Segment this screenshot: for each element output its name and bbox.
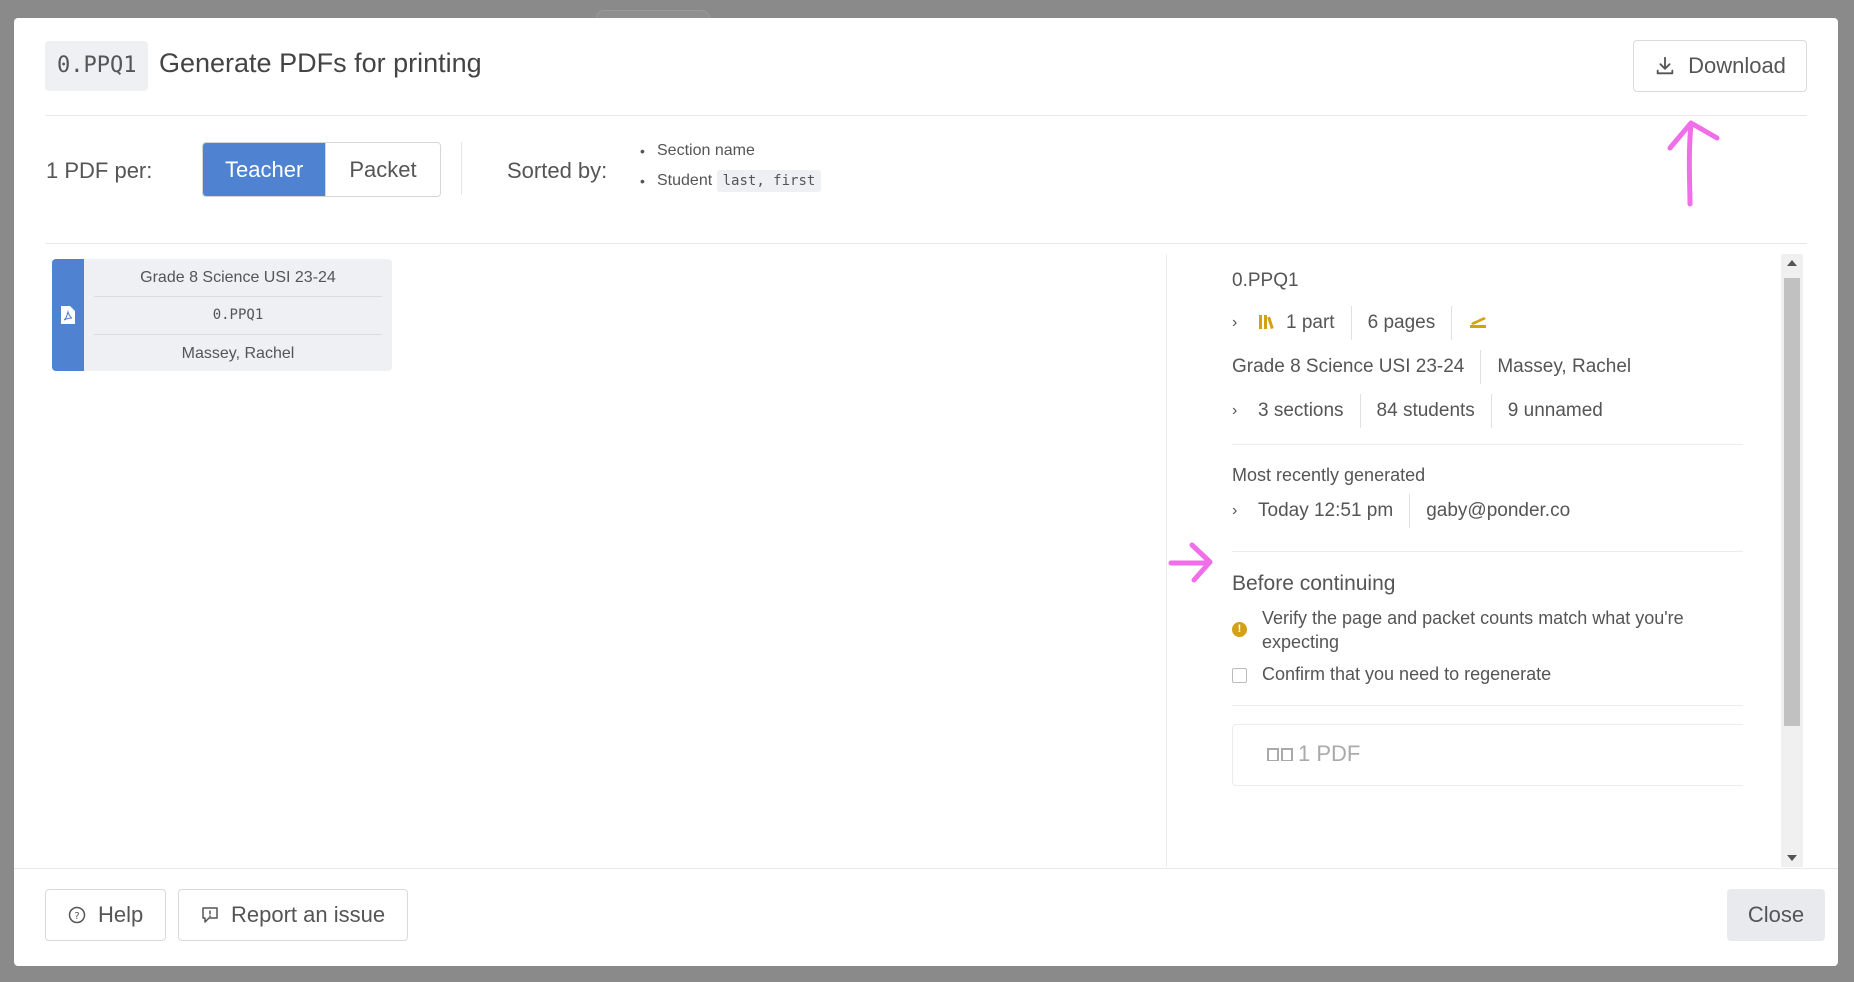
scroll-up-arrow-icon[interactable] — [1787, 260, 1797, 266]
help-icon: ? — [68, 906, 86, 924]
annotation-right-arrow-icon — [1168, 542, 1213, 583]
scrollbar-thumb[interactable] — [1784, 278, 1800, 726]
pdf-count-box: 1 PDF — [1232, 724, 1743, 786]
chevron-right-icon: › — [1232, 314, 1238, 331]
help-label: Help — [98, 902, 144, 927]
packet-code-chip: 0.PPQ1 — [45, 41, 149, 91]
svg-text:?: ? — [74, 911, 79, 922]
pdf-card-details: Grade 8 Science USI 23-24 0.PPQ1 Massey,… — [94, 259, 382, 371]
report-icon — [202, 907, 218, 923]
download-button[interactable]: Download — [1633, 40, 1807, 92]
pdf-strip — [52, 259, 84, 371]
pdf-file-icon — [61, 306, 75, 324]
help-button[interactable]: ? Help — [45, 889, 167, 941]
sort-item: Section name — [639, 136, 821, 166]
pdf-card-course: Grade 8 Science USI 23-24 — [94, 259, 382, 297]
sorted-by-label: Sorted by: — [507, 158, 608, 183]
pdf-card-code: 0.PPQ1 — [94, 297, 382, 335]
stapler-icon — [1470, 317, 1487, 328]
books-icon — [1259, 315, 1274, 330]
course-cell: Grade 8 Science USI 23-24 — [1232, 356, 1465, 377]
pdf-stack-icon — [1267, 748, 1293, 761]
annotation-up-arrow-icon — [1667, 120, 1720, 207]
chevron-right-icon: › — [1232, 402, 1238, 419]
pdf-per-label: 1 PDF per: — [46, 158, 153, 183]
pdf-per-toggle: Teacher Packet — [202, 142, 441, 197]
verify-warning-text: Verify the page and packet counts match … — [1262, 608, 1684, 652]
sections-cell: 3 sections — [1258, 400, 1344, 421]
report-issue-label: Report an issue — [231, 902, 386, 927]
modal-footer: ? Help Report an issue Close — [14, 868, 1838, 966]
options-row: 1 PDF per: Teacher Packet Sorted by: Sec… — [45, 116, 1807, 244]
before-heading: Before continuing — [1232, 572, 1396, 595]
course-row: Grade 8 Science USI 23-24 Massey, Rachel — [1232, 350, 1647, 384]
parts-cell: 1 part — [1258, 306, 1351, 340]
unnamed-cell: 9 unnamed — [1490, 394, 1619, 428]
pdf-count-label: 1 PDF — [1298, 741, 1361, 766]
divider — [461, 142, 462, 195]
sort-item: Student last, first — [639, 166, 822, 196]
students-cell: 84 students — [1359, 394, 1491, 428]
print-status-cell — [1451, 306, 1504, 340]
toggle-teacher[interactable]: Teacher — [203, 143, 325, 196]
generate-pdfs-modal: 0.PPQ1 Generate PDFs for printing Downlo… — [14, 18, 1838, 966]
teacher-cell: Massey, Rachel — [1480, 350, 1647, 384]
divider — [1232, 444, 1743, 445]
divider — [1232, 705, 1743, 706]
details-scrollbar[interactable] — [1781, 254, 1803, 867]
confirm-checkbox[interactable] — [1232, 668, 1247, 683]
confirm-label[interactable]: Confirm that you need to regenerate — [1262, 664, 1551, 685]
download-label: Download — [1688, 53, 1786, 78]
recent-user-cell: gaby@ponder.co — [1409, 494, 1586, 528]
sort-order-list: Section name Student last, first — [639, 136, 822, 196]
sections-row[interactable]: › 3 sections 84 students 9 unnamed — [1232, 394, 1619, 428]
modal-title: Generate PDFs for printing — [159, 48, 482, 78]
recent-heading: Most recently generated — [1232, 465, 1426, 485]
toggle-packet[interactable]: Packet — [325, 143, 440, 196]
pdf-preview-card[interactable]: Grade 8 Science USI 23-24 0.PPQ1 Massey,… — [52, 259, 392, 371]
pages-cell: 6 pages — [1350, 306, 1452, 340]
download-icon — [1656, 56, 1674, 75]
pdf-card-teacher: Massey, Rachel — [181, 345, 295, 362]
details-code: 0.PPQ1 — [1232, 270, 1299, 291]
parts-row[interactable]: › 1 part 6 pages — [1232, 306, 1504, 340]
warning-icon: ! — [1232, 622, 1247, 637]
close-button[interactable]: Close — [1727, 889, 1825, 941]
recent-row[interactable]: › Today 12:51 pm gaby@ponder.co — [1232, 494, 1586, 528]
chevron-right-icon: › — [1232, 502, 1238, 519]
modal-header: 0.PPQ1 Generate PDFs for printing Downlo… — [45, 18, 1807, 116]
divider — [1232, 551, 1743, 552]
details-panel: 0.PPQ1 › 1 part 6 pages Grade 8 Science … — [1166, 254, 1743, 867]
scroll-down-arrow-icon[interactable] — [1787, 855, 1797, 861]
report-issue-button[interactable]: Report an issue — [178, 889, 409, 941]
sort-order-code: last, first — [716, 170, 822, 192]
recent-time-cell: Today 12:51 pm — [1258, 500, 1394, 521]
